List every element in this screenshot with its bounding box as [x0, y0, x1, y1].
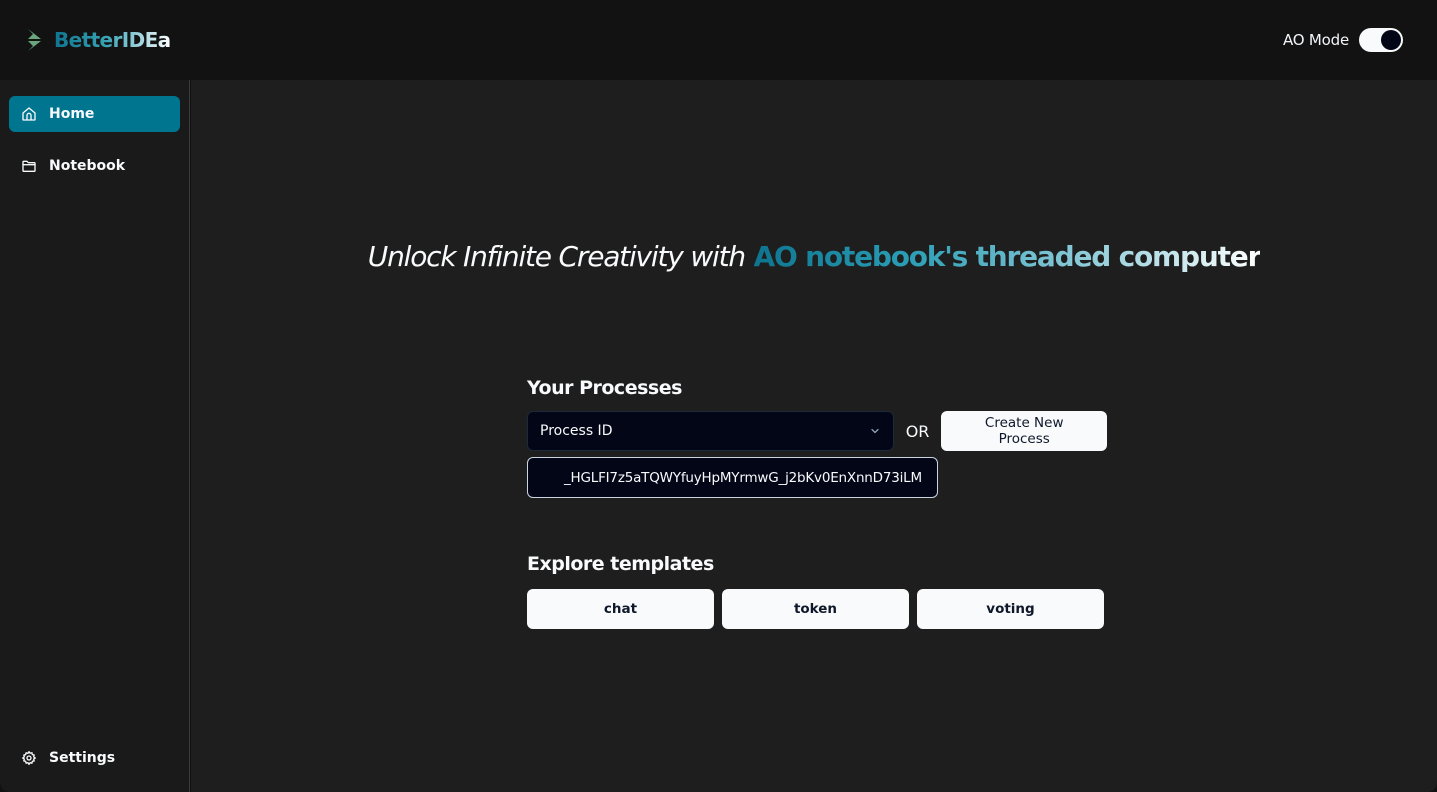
- ao-mode-label: AO Mode: [1282, 31, 1349, 49]
- ao-mode-toggle[interactable]: [1359, 28, 1403, 52]
- hero-heading: Unlock Infinite Creativity with AO noteb…: [191, 240, 1437, 273]
- template-chat-button[interactable]: chat: [527, 589, 714, 629]
- brand-name: BetterIDEa: [54, 28, 171, 52]
- process-controls: Process ID OR Create New Process: [527, 411, 1107, 451]
- sidebar-item-home[interactable]: Home: [9, 96, 180, 132]
- ao-mode-control: AO Mode: [1283, 28, 1403, 52]
- process-option[interactable]: _HGLFI7z5aTQWYfuyHpMYrmwG_j2bKv0EnXnnD73…: [527, 457, 938, 498]
- toggle-knob: [1381, 30, 1401, 50]
- process-id-select[interactable]: Process ID: [527, 411, 894, 451]
- folder-icon: [22, 160, 36, 172]
- main-content: Unlock Infinite Creativity with AO noteb…: [191, 80, 1437, 792]
- templates-section: Explore templates chat token voting: [527, 553, 1107, 629]
- template-token-button[interactable]: token: [722, 589, 909, 629]
- app-header: BetterIDEa AO Mode: [0, 0, 1437, 80]
- sidebar-item-notebook[interactable]: Notebook: [9, 148, 180, 184]
- sidebar-item-label: Notebook: [49, 158, 126, 174]
- sidebar-item-label: Settings: [49, 750, 116, 766]
- select-value: Process ID: [540, 423, 613, 439]
- processes-section: Your Processes Process ID OR Create New …: [527, 377, 1107, 498]
- gear-icon: [22, 751, 36, 765]
- logo-icon: [28, 29, 41, 51]
- hero-gradient-text: AO notebook's threaded computer: [753, 240, 1262, 273]
- sidebar-item-label: Home: [49, 106, 95, 122]
- template-voting-button[interactable]: voting: [917, 589, 1104, 629]
- sidebar: Home Notebook Settings: [0, 80, 190, 792]
- chevron-down-icon: [871, 428, 879, 434]
- or-label: OR: [905, 421, 930, 441]
- sidebar-item-settings[interactable]: Settings: [9, 740, 180, 776]
- templates-list: chat token voting: [527, 589, 1107, 629]
- brand[interactable]: BetterIDEa: [26, 28, 171, 52]
- home-icon: [22, 107, 36, 121]
- templates-title: Explore templates: [527, 553, 714, 575]
- hero-italic-text: Unlock Infinite Creativity with: [367, 240, 746, 273]
- create-new-process-button[interactable]: Create New Process: [941, 411, 1107, 451]
- processes-title: Your Processes: [527, 377, 682, 399]
